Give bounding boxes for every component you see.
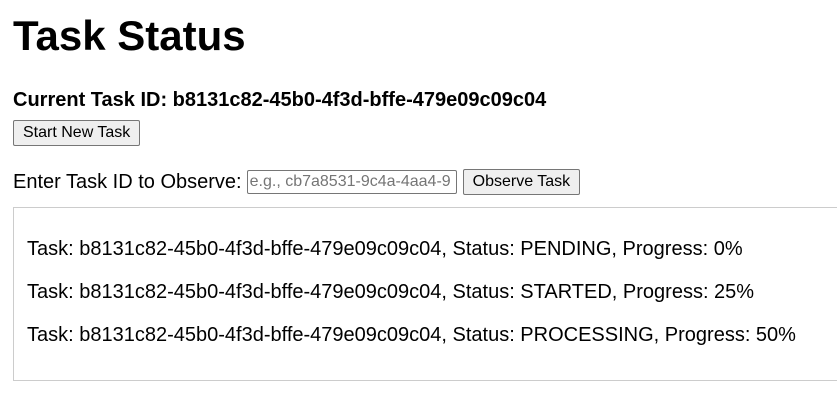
log-entry: Task: b8131c82-45b0-4f3d-bffe-479e09c09c… [27, 324, 796, 346]
current-task-id: Current Task ID: b8131c82-45b0-4f3d-bffe… [13, 89, 547, 111]
observe-task-label: Enter Task ID to Observe: [13, 171, 242, 193]
observe-task-button[interactable]: Observe Task [462, 169, 581, 195]
log-entry: Task: b8131c82-45b0-4f3d-bffe-479e09c09c… [27, 238, 743, 260]
start-task-row: Start New Task [13, 120, 837, 146]
start-new-task-button[interactable]: Start New Task [13, 120, 141, 146]
observe-task-row: Enter Task ID to Observe: Observe Task [13, 169, 837, 195]
task-id-input[interactable] [246, 170, 457, 194]
task-status-page: Task Status Current Task ID: b8131c82-45… [0, 0, 837, 381]
task-status-log: Task: b8131c82-45b0-4f3d-bffe-479e09c09c… [13, 207, 837, 381]
log-entry: Task: b8131c82-45b0-4f3d-bffe-479e09c09c… [27, 281, 755, 303]
page-title: Task Status [13, 12, 246, 59]
